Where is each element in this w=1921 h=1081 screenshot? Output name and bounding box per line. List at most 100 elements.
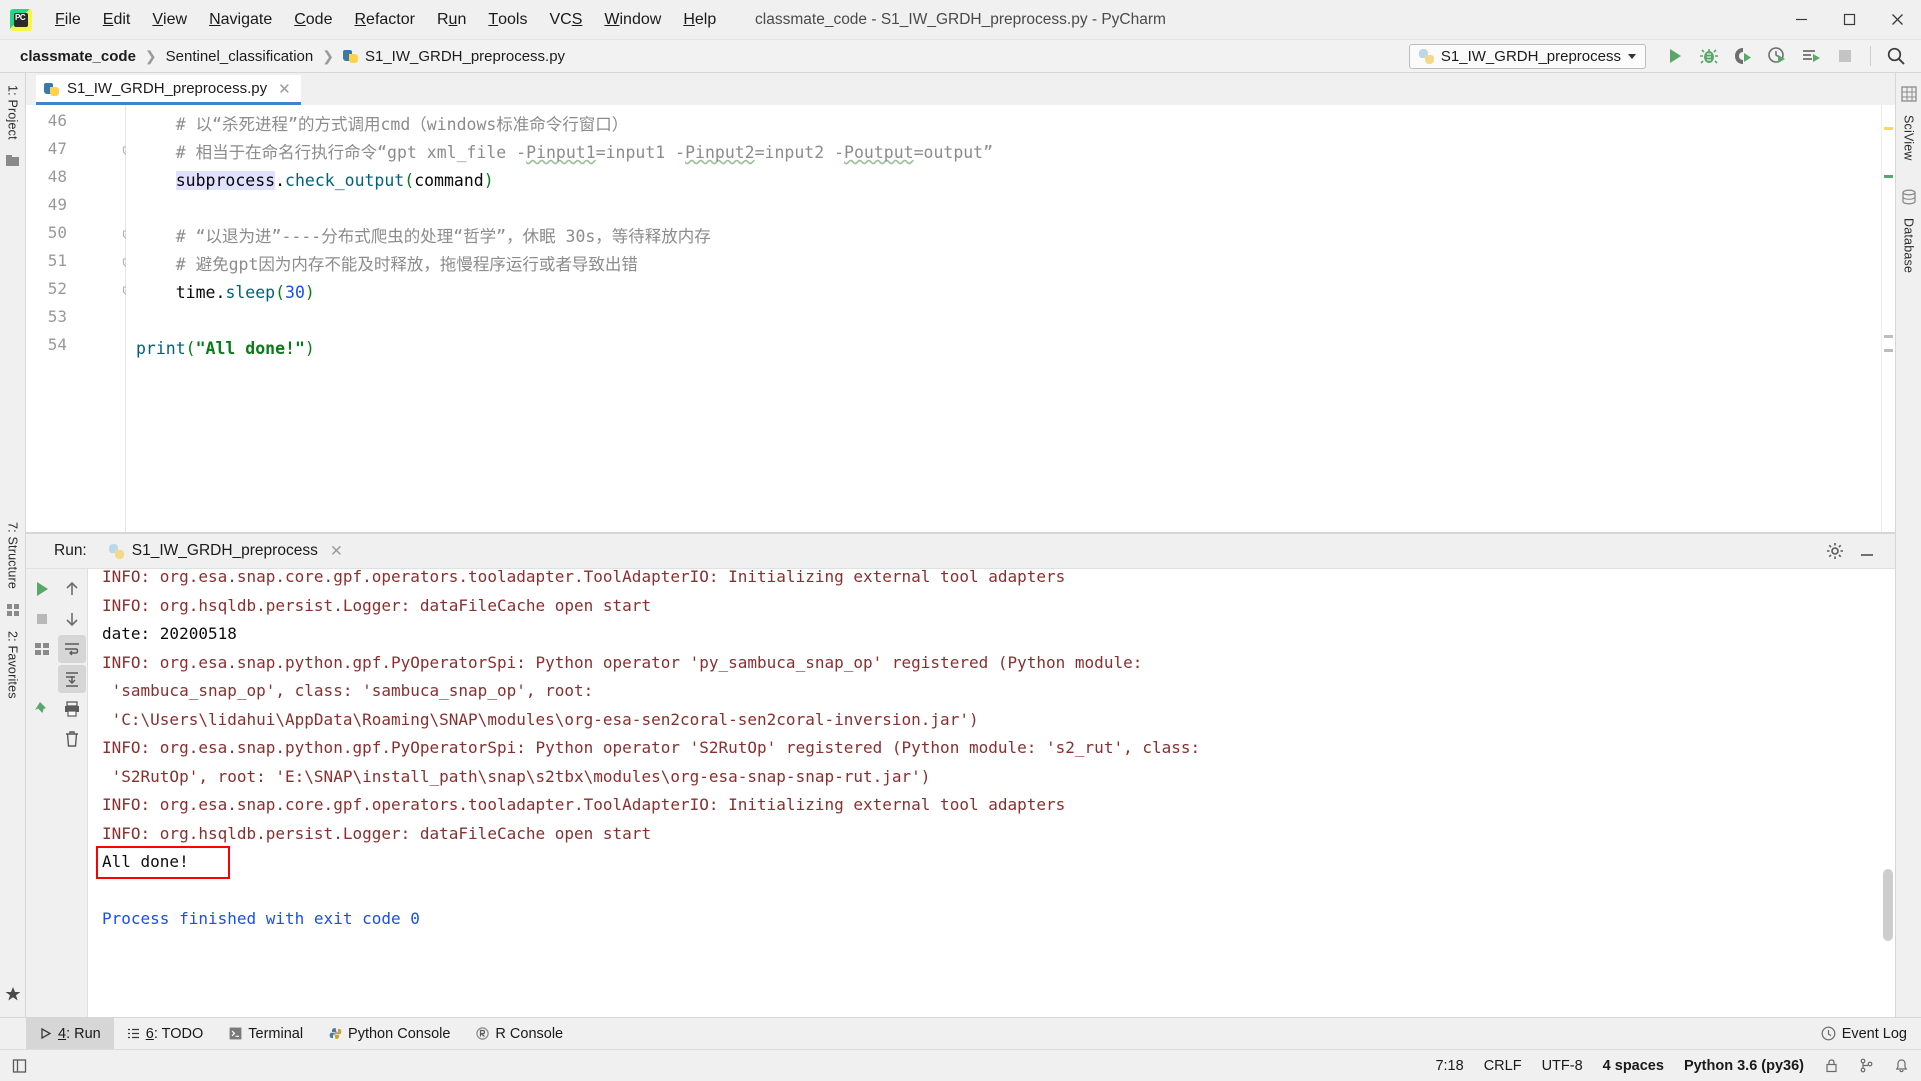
code-line[interactable]: print("All done!") [136,335,315,363]
editor-tab-s1-iw-grdh-preprocess[interactable]: S1_IW_GRDH_preprocess.py ✕ [36,75,301,105]
scroll-up-button[interactable] [58,575,86,603]
minimize-icon[interactable] [1853,537,1881,565]
code-line[interactable]: subprocess.check_output(command) [136,167,494,195]
pin-tab-button[interactable] [28,695,56,723]
code-line[interactable]: # “以退为进”----分布式爬虫的处理“哲学”，休眠 30s，等待释放内存 [136,223,711,251]
menu-help[interactable]: Help [672,0,727,39]
breadcrumb-separator-icon: ❯ [322,47,334,64]
close-icon[interactable]: ✕ [330,542,343,561]
tab-todo[interactable]: 6: TODO [114,1018,217,1049]
stop-button[interactable] [28,605,56,633]
terminal-icon [229,1027,242,1040]
debug-button[interactable] [1692,42,1726,70]
run-session-tab[interactable]: S1_IW_GRDH_preprocess ✕ [108,542,343,561]
code-line[interactable]: # 避免gpt因为内存不能及时释放，拖慢程序运行或者导致出错 [136,251,638,279]
rerun-button[interactable] [28,575,56,603]
run-button[interactable] [1658,42,1692,70]
lock-icon[interactable] [1824,1058,1839,1073]
editor-tab-label: S1_IW_GRDH_preprocess.py [67,80,268,97]
editor-marker-bar[interactable] [1881,105,1895,532]
sciview-grid-icon[interactable] [1900,86,1917,102]
stop-button[interactable] [1828,42,1862,70]
console-line: Process finished with exit code 0 [102,909,420,928]
console-line: INFO: org.esa.snap.python.gpf.PyOperator… [102,738,1201,757]
sidebar-item-favorites[interactable]: 2: Favorites [6,625,20,705]
menu-view[interactable]: View [141,0,198,39]
code-token: command [414,171,484,190]
code-line[interactable]: time.sleep(30) [136,279,315,307]
maximize-button[interactable] [1825,0,1873,39]
tab-python-console[interactable]: Python Console [316,1018,463,1049]
grid-icon[interactable] [5,602,21,618]
code-token: subprocess [175,171,276,190]
branch-icon[interactable] [1859,1058,1874,1073]
bottom-tool-tabs: 4: Run 6: TODO Terminal Python Console R… [0,1017,1921,1049]
line-number: 50 [47,223,67,242]
menu-run[interactable]: Run [426,0,477,39]
tab-terminal[interactable]: Terminal [216,1018,316,1049]
menu-code[interactable]: Code [283,0,343,39]
file-encoding[interactable]: UTF-8 [1542,1058,1583,1074]
gear-icon[interactable] [1821,537,1849,565]
print-button[interactable] [58,695,86,723]
menu-window[interactable]: Window [593,0,672,39]
right-tool-rail: SciView Database [1895,73,1921,1017]
sidebar-item-sciview[interactable]: SciView [1902,109,1916,167]
scroll-to-end-button[interactable] [57,665,86,693]
menu-file[interactable]: File [44,0,92,39]
console-line: 'sambuca_snap_op', class: 'sambuca_snap_… [102,681,594,700]
show-grid-button[interactable] [28,635,56,663]
line-separator[interactable]: CRLF [1484,1058,1522,1074]
layout-icon[interactable] [12,1058,28,1074]
database-icon[interactable] [1901,189,1917,205]
breadcrumb-file[interactable]: S1_IW_GRDH_preprocess.py [339,46,569,67]
menu-edit[interactable]: Edit [92,0,142,39]
code-token: 30 [285,283,305,302]
indent-setting[interactable]: 4 spaces [1603,1058,1664,1074]
python-interpreter[interactable]: Python 3.6 (py36) [1684,1058,1804,1074]
run-with-console-button[interactable] [1794,42,1828,70]
close-button[interactable] [1873,0,1921,39]
tab-todo-label: 6: TODO [145,1025,204,1042]
breadcrumb-folder[interactable]: Sentinel_classification [162,46,318,67]
line-number: 49 [47,195,67,214]
code-editor[interactable]: 46 47 48 49 50 51 52 53 54 # 以“杀死进程”的方式调用cmd（win… [26,105,1895,533]
scroll-down-button[interactable] [58,605,86,633]
menu-refactor[interactable]: Refactor [343,0,425,39]
line-number: 46 [47,111,67,130]
editor-gutter[interactable]: 46 47 48 49 50 51 52 53 54 [26,105,133,532]
code-content[interactable]: # 以“杀死进程”的方式调用cmd（windows标准命令行窗口） # 相当于在… [126,105,1881,532]
run-with-coverage-button[interactable] [1726,42,1760,70]
caret-position[interactable]: 7:18 [1435,1058,1463,1074]
code-token: # 避免gpt因为内存不能及时释放，拖慢程序运行或者导致出错 [136,255,638,274]
notification-icon[interactable] [1894,1058,1909,1073]
breadcrumb-project[interactable]: classmate_code [16,46,140,67]
minimize-button[interactable] [1777,0,1825,39]
menu-navigate[interactable]: Navigate [198,0,283,39]
structure-view-icon[interactable] [5,153,21,169]
menu-tools[interactable]: Tools [477,0,538,39]
search-everywhere-button[interactable] [1879,42,1913,70]
code-token: print [136,339,186,358]
tab-r-console[interactable]: R Console [463,1018,576,1049]
close-icon[interactable]: ✕ [278,80,291,98]
run-tool-window: Run: S1_IW_GRDH_preprocess ✕ INFO: org.e… [26,533,1895,1017]
clear-all-button[interactable] [58,725,86,753]
main-body: 1: Project 7: Structure 2: Favorites S1_… [0,73,1921,1017]
run-configuration-selector[interactable]: S1_IW_GRDH_preprocess [1408,43,1646,69]
tab-run[interactable]: 4: Run [26,1018,114,1049]
console-scrollbar[interactable] [1883,869,1893,941]
code-line[interactable]: # 以“杀死进程”的方式调用cmd（windows标准命令行窗口） [136,111,629,139]
star-icon[interactable] [5,986,21,1002]
console-output[interactable]: INFO: org.esa.snap.core.gpf.operators.to… [88,569,1895,1017]
menu-vcs[interactable]: VC S [538,0,593,39]
code-line[interactable]: # 相当于在命名行执行命令“gpt xml_file -Pinput1=inpu… [136,139,993,167]
profile-button[interactable] [1760,42,1794,70]
event-log-label[interactable]: Event Log [1842,1026,1907,1042]
sidebar-item-structure[interactable]: 7: Structure [6,516,20,595]
code-token: =input1 - [595,143,686,162]
soft-wrap-button[interactable] [57,635,86,663]
sidebar-item-database[interactable]: Database [1902,212,1916,279]
sidebar-item-project[interactable]: 1: Project [6,79,20,146]
